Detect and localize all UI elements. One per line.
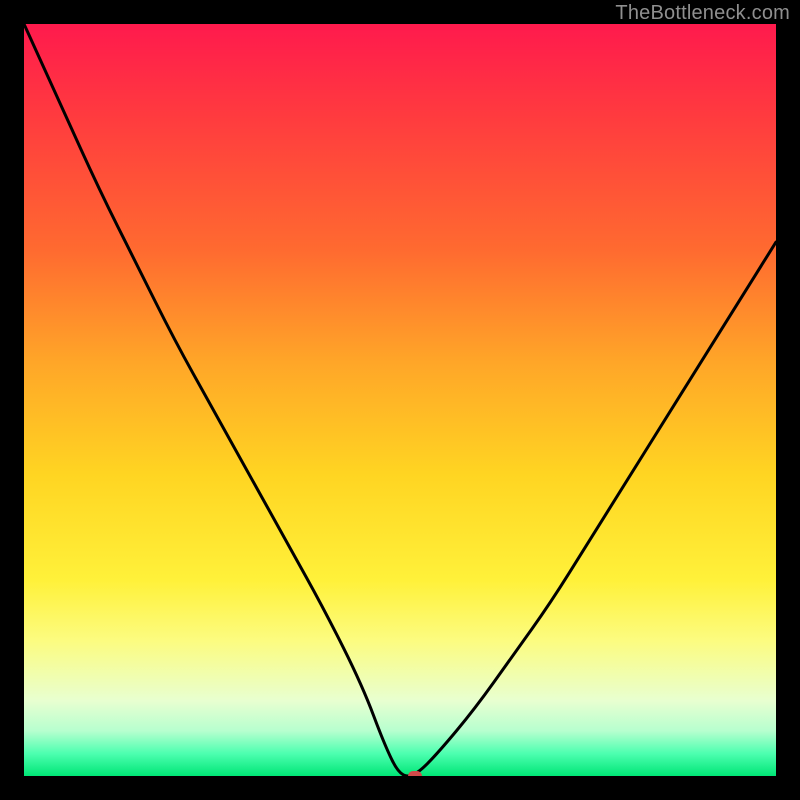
bottleneck-curve [24, 24, 776, 776]
watermark-text: TheBottleneck.com [615, 2, 790, 25]
optimal-point-marker [408, 771, 422, 776]
plot-area [24, 24, 776, 776]
chart-frame: TheBottleneck.com [0, 0, 800, 800]
